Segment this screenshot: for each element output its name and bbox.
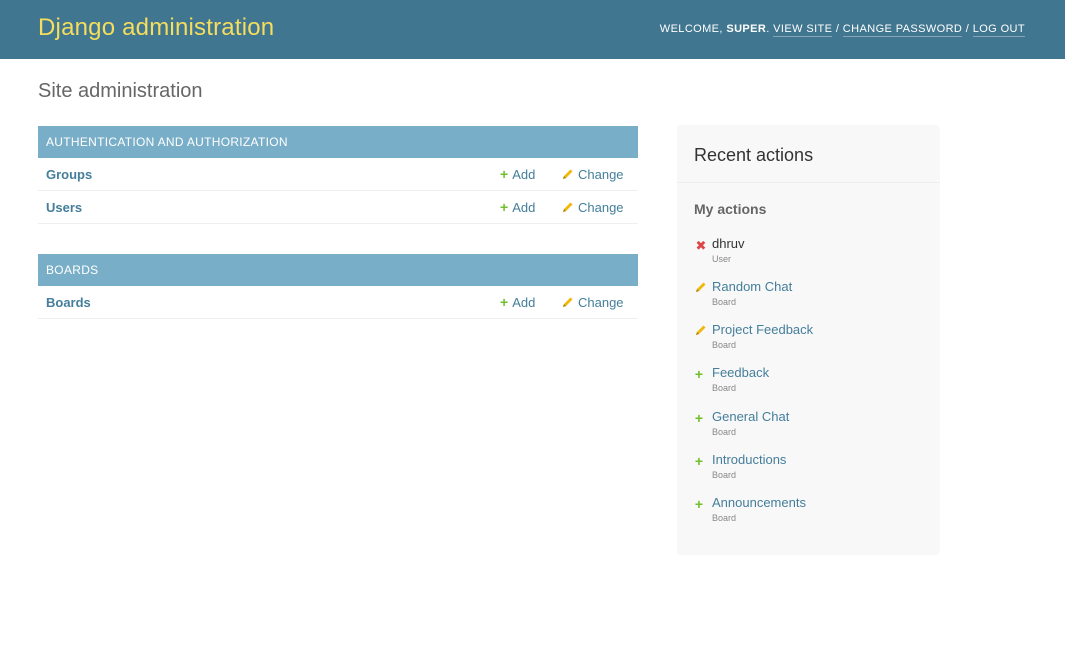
plus-icon: + bbox=[694, 410, 704, 426]
username: SUPER bbox=[726, 23, 767, 35]
log-out-link[interactable]: LOG OUT bbox=[972, 23, 1025, 37]
recent-actions-panel: Recent actions My actions ✖ dhruv User R… bbox=[677, 125, 940, 555]
change-label: Change bbox=[578, 167, 624, 182]
add-users-button[interactable]: + Add bbox=[500, 200, 535, 215]
model-row-boards: Boards + Add Change bbox=[38, 286, 638, 319]
action-object-name: dhruv bbox=[712, 236, 745, 251]
model-link-groups[interactable]: Groups bbox=[46, 167, 92, 182]
action-item: + Introductions Board bbox=[694, 452, 924, 488]
add-label: Add bbox=[512, 167, 536, 182]
model-row-groups: Groups + Add Change bbox=[38, 158, 638, 191]
action-item: + Feedback Board bbox=[694, 365, 924, 401]
action-object-link[interactable]: Project Feedback bbox=[712, 322, 813, 337]
plus-icon: + bbox=[500, 199, 509, 215]
change-users-button[interactable]: Change bbox=[562, 200, 624, 215]
module-caption[interactable]: AUTHENTICATION AND AUTHORIZATION bbox=[38, 126, 638, 158]
action-object-link[interactable]: Random Chat bbox=[712, 279, 792, 294]
pencil-icon bbox=[694, 323, 708, 341]
plus-icon: + bbox=[500, 294, 509, 310]
action-item: + General Chat Board bbox=[694, 409, 924, 445]
pencil-icon bbox=[694, 280, 708, 298]
change-password-link[interactable]: CHANGE PASSWORD bbox=[842, 23, 963, 37]
header-bar: Django administration WELCOME, SUPER. VI… bbox=[0, 0, 1065, 59]
action-object-link[interactable]: Announcements bbox=[712, 495, 806, 510]
action-content-type: Board bbox=[712, 297, 737, 307]
change-label: Change bbox=[578, 295, 624, 310]
view-site-link[interactable]: VIEW SITE bbox=[773, 23, 833, 37]
action-content-type: Board bbox=[712, 383, 737, 393]
action-object-link[interactable]: Introductions bbox=[712, 452, 786, 467]
delete-icon: ✖ bbox=[695, 238, 707, 253]
action-content-type: Board bbox=[712, 513, 737, 523]
action-content-type: Board bbox=[712, 340, 737, 350]
pencil-icon bbox=[563, 169, 573, 179]
welcome-text: WELCOME, bbox=[659, 23, 723, 35]
action-content-type: Board bbox=[712, 427, 737, 437]
my-actions-heading: My actions bbox=[694, 201, 767, 217]
module-caption[interactable]: BOARDS bbox=[38, 254, 638, 286]
action-item: + Announcements Board bbox=[694, 495, 924, 531]
app-module-auth: AUTHENTICATION AND AUTHORIZATION Groups … bbox=[38, 126, 638, 224]
user-tools: WELCOME, SUPER. VIEW SITE / CHANGE PASSW… bbox=[659, 23, 1025, 37]
separator: / bbox=[965, 23, 970, 35]
add-boards-button[interactable]: + Add bbox=[500, 295, 535, 310]
pencil-icon bbox=[563, 202, 573, 212]
action-item: Project Feedback Board bbox=[694, 322, 924, 358]
app-module-boards: BOARDS Boards + Add Change bbox=[38, 254, 638, 319]
action-content-type: Board bbox=[712, 470, 737, 480]
separator: / bbox=[835, 23, 840, 35]
model-link-boards[interactable]: Boards bbox=[46, 295, 91, 310]
recent-actions-title: Recent actions bbox=[694, 145, 814, 165]
model-link-users[interactable]: Users bbox=[46, 200, 82, 215]
plus-icon: + bbox=[694, 453, 704, 469]
model-row-users: Users + Add Change bbox=[38, 191, 638, 224]
add-label: Add bbox=[512, 295, 536, 310]
add-groups-button[interactable]: + Add bbox=[500, 167, 535, 182]
plus-icon: + bbox=[500, 166, 509, 182]
plus-icon: + bbox=[694, 366, 704, 382]
action-item: ✖ dhruv User bbox=[694, 236, 924, 272]
add-label: Add bbox=[512, 200, 536, 215]
pencil-icon bbox=[563, 297, 573, 307]
site-branding[interactable]: Django administration bbox=[38, 14, 274, 42]
action-item: Random Chat Board bbox=[694, 279, 924, 315]
action-object-link[interactable]: General Chat bbox=[712, 409, 789, 424]
action-content-type: User bbox=[712, 254, 732, 264]
change-groups-button[interactable]: Change bbox=[562, 167, 624, 182]
page-title: Site administration bbox=[38, 80, 203, 102]
change-boards-button[interactable]: Change bbox=[562, 295, 624, 310]
plus-icon: + bbox=[694, 496, 704, 512]
action-object-link[interactable]: Feedback bbox=[712, 365, 769, 380]
divider bbox=[677, 182, 940, 183]
change-label: Change bbox=[578, 200, 624, 215]
